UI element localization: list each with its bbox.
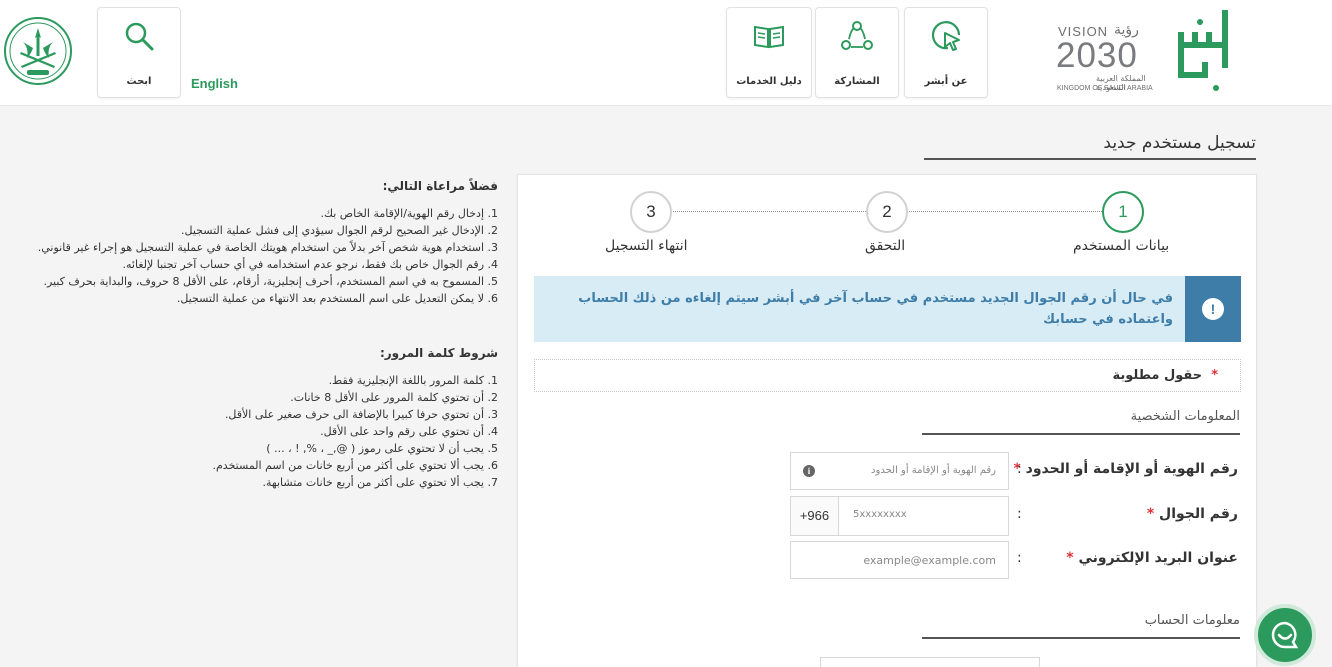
about-absher-button[interactable]: عن أبشر: [904, 7, 988, 98]
password-rule-item: 6. يجب ألا تحتوي على أكثر من أربع خانات …: [212, 459, 499, 472]
notes-panel: فضلاً مراعاة التالي: 1. إدخال رقم الهوية…: [4, 178, 498, 491]
note-item: 3. استخدام هوية شخص آخر بدلاً من استخدام…: [37, 241, 498, 254]
required-fields-note: * حقول مطلوبة: [534, 359, 1241, 392]
kingdom-english: KINGDOM OF SAUDI ARABIA: [1057, 85, 1153, 92]
registration-card: 1 بيانات المستخدم 2 التحقق 3 انتهاء التس…: [517, 174, 1257, 667]
note-item: 5. المسموح به في اسم المستخدم، أحرف إنجل…: [43, 275, 498, 288]
note-item: 6. لا يمكن التعديل على اسم المستخدم بعد …: [176, 292, 498, 305]
header: ابحث English دليل الخدمات المشاركة عن أب…: [0, 0, 1332, 106]
absher-logo: [1178, 10, 1228, 91]
required-label: حقول مطلوبة: [1112, 368, 1203, 383]
email-placeholder: example@example.com: [863, 554, 996, 567]
mobile-field-colon: :: [1017, 506, 1022, 522]
required-fields-text: * حقول مطلوبة: [1113, 368, 1219, 383]
id-number-placeholder: رقم الهوية أو الإقامة أو الحدود: [871, 465, 996, 476]
personal-info-title: المعلومات الشخصية: [1130, 409, 1240, 424]
mobile-number-input[interactable]: +966 5xxxxxxxx: [790, 496, 1009, 536]
about-absher-label: عن أبشر: [924, 76, 968, 87]
mobile-placeholder: 5xxxxxxxx: [853, 509, 907, 520]
step-2-label: التحقق: [865, 238, 906, 254]
exclamation-icon: !: [1202, 298, 1224, 320]
language-switch-link[interactable]: English: [191, 76, 238, 91]
search-icon: [125, 22, 154, 51]
required-star: *: [1211, 368, 1218, 383]
required-star: *: [1146, 506, 1155, 522]
country-code-prefix: +966: [791, 497, 839, 535]
email-input[interactable]: example@example.com: [790, 541, 1009, 579]
email-label-text: عنوان البريد الإلكتروني: [1078, 550, 1238, 566]
mobile-field-label: رقم الجوال *: [1147, 506, 1238, 522]
info-icon[interactable]: i: [803, 465, 815, 477]
required-star: *: [1066, 550, 1074, 566]
password-rule-item: 4. أن تحتوي على رقم واحد على الأقل.: [320, 425, 498, 438]
personal-info-underline: [922, 433, 1240, 435]
password-rule-item: 1. كلمة المرور باللغة الإنجليزية فقط.: [328, 374, 498, 387]
email-field-colon: :: [1017, 550, 1022, 566]
id-label-text: رقم الهوية أو الإقامة أو الحدود: [1025, 461, 1238, 477]
cursor-click-icon: [931, 21, 961, 51]
participation-icon: [841, 21, 873, 50]
title-underline: [924, 158, 1256, 160]
saudi-emblem-icon: [4, 17, 72, 85]
info-alert: ! في حال أن رقم الجوال الجديد مستخدم في …: [534, 276, 1241, 342]
password-rule-item: 2. أن تحتوي كلمة المرور على الأقل 8 خانا…: [290, 391, 498, 404]
password-rule-item: 5. يجب أن لا تحتوي على رموز ( @,_ ، %, !…: [266, 442, 498, 455]
password-rules-title: شروط كلمة المرور:: [379, 346, 498, 360]
id-field-label: رقم الهوية أو الإقامة أو الحدود *: [1013, 461, 1238, 477]
services-guide-button[interactable]: دليل الخدمات: [726, 7, 812, 98]
account-field-input[interactable]: [820, 657, 1040, 667]
id-field-colon: :: [1017, 461, 1022, 477]
chat-support-button[interactable]: [1254, 604, 1316, 666]
step-1-label: بيانات المستخدم: [1073, 238, 1170, 254]
note-item: 1. إدخال رقم الهوية/الإقامة الخاص بك.: [320, 207, 498, 220]
vision-2030-logo: VISION رؤية 2030 المملكة العربية السعودي…: [1056, 22, 1166, 98]
participation-label: المشاركة: [834, 76, 880, 87]
search-label: ابحث: [126, 76, 152, 87]
search-button[interactable]: ابحث: [97, 7, 181, 98]
account-info-title: معلومات الحساب: [1144, 613, 1240, 628]
note-item: 2. الإدخال غير الصحيح لرقم الجوال سيؤدي …: [181, 224, 498, 237]
password-rule-item: 7. يجب ألا تحتوي على أكثر من أربع خانات …: [262, 476, 498, 489]
page-title: تسجيل مستخدم جديد: [1103, 133, 1256, 153]
note-item: 4. رقم الجوال خاص بك فقط، نرجو عدم استخد…: [122, 258, 498, 271]
account-info-underline: [922, 637, 1240, 639]
notes-title: فضلاً مراعاة التالي:: [382, 179, 498, 193]
alert-text: في حال أن رقم الجوال الجديد مستخدم في حس…: [578, 291, 1173, 327]
participation-button[interactable]: المشاركة: [815, 7, 899, 98]
vision-year: 2030: [1056, 36, 1138, 75]
mobile-label-text: رقم الجوال: [1159, 506, 1238, 522]
password-rules-list: 1. كلمة المرور باللغة الإنجليزية فقط. 2.…: [4, 372, 499, 491]
notes-list: 1. إدخال رقم الهوية/الإقامة الخاص بك. 2.…: [4, 205, 498, 307]
step-2-circle: 2: [866, 191, 908, 233]
alert-icon-side: !: [1185, 276, 1241, 342]
services-guide-label: دليل الخدمات: [736, 76, 802, 87]
step-3-label: انتهاء التسجيل: [605, 238, 688, 254]
password-rule-item: 3. أن تحتوي حرفا كبيرا بالإضافة الى حرف …: [224, 408, 498, 421]
step-3-circle: 3: [630, 191, 672, 233]
chat-smile-icon: [1271, 621, 1299, 649]
book-icon: [754, 25, 784, 49]
email-field-label: عنوان البريد الإلكتروني *: [1066, 550, 1238, 566]
id-number-input[interactable]: رقم الهوية أو الإقامة أو الحدود i: [790, 452, 1009, 490]
step-1-circle: 1: [1102, 191, 1144, 233]
